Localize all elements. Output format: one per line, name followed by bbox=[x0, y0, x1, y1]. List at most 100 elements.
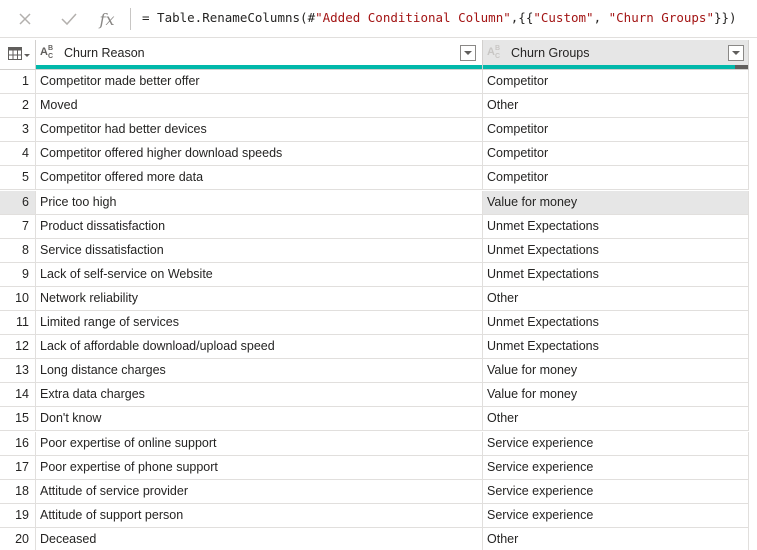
cell-churn-reason[interactable]: Poor expertise of online support bbox=[36, 431, 483, 456]
column-filter-button[interactable] bbox=[728, 45, 744, 61]
commit-edit-button[interactable] bbox=[56, 6, 82, 32]
table-row[interactable]: 5 Competitor offered more data Competitor bbox=[0, 166, 757, 191]
column-header-churn-reason[interactable]: ABC Churn Reason bbox=[36, 40, 483, 70]
cell-churn-reason[interactable]: Competitor had better devices bbox=[36, 118, 483, 143]
row-number[interactable]: 12 bbox=[0, 335, 36, 360]
grid-header: ABC Churn Reason ABC Churn Groups bbox=[0, 40, 757, 70]
cell-churn-group[interactable]: Unmet Expectations bbox=[483, 238, 749, 263]
cell-churn-reason[interactable]: Lack of affordable download/upload speed bbox=[36, 335, 483, 360]
cell-churn-group[interactable]: Unmet Expectations bbox=[483, 335, 749, 360]
cell-churn-group[interactable]: Service experience bbox=[483, 479, 749, 504]
row-number[interactable]: 19 bbox=[0, 503, 36, 528]
table-row[interactable]: 12 Lack of affordable download/upload spe… bbox=[0, 335, 757, 360]
cell-churn-reason[interactable]: Service dissatisfaction bbox=[36, 238, 483, 263]
cell-churn-reason[interactable]: Extra data charges bbox=[36, 383, 483, 408]
cell-churn-reason[interactable]: Limited range of services bbox=[36, 311, 483, 335]
column-quality-bar bbox=[36, 65, 482, 69]
table-row[interactable]: 8 Service dissatisfaction Unmet Expectatio… bbox=[0, 238, 757, 263]
cell-churn-group[interactable]: Other bbox=[483, 527, 749, 550]
insert-function-button[interactable]: fx bbox=[94, 6, 120, 32]
row-number[interactable]: 5 bbox=[0, 166, 36, 191]
row-number[interactable]: 1 bbox=[0, 70, 36, 94]
cell-churn-reason[interactable]: Price too high bbox=[36, 190, 483, 215]
table-row[interactable]: 11 Limited range of services Unmet Expecta… bbox=[0, 311, 757, 335]
column-header-label: Churn Groups bbox=[511, 46, 590, 60]
row-number[interactable]: 10 bbox=[0, 286, 36, 311]
cell-churn-group[interactable]: Unmet Expectations bbox=[483, 311, 749, 335]
table-row[interactable]: 14 Extra data charges Value for money bbox=[0, 383, 757, 408]
table-row[interactable]: 7 Product dissatisfaction Unmet Expectatio… bbox=[0, 214, 757, 239]
formula-mid2: , bbox=[593, 10, 609, 25]
column-header-label: Churn Reason bbox=[64, 46, 145, 60]
table-row[interactable]: 1 Competitor made better offer Competitor bbox=[0, 70, 757, 94]
table-row[interactable]: 2 Moved Other bbox=[0, 94, 757, 119]
cell-churn-reason[interactable]: Competitor offered more data bbox=[36, 166, 483, 191]
cell-churn-group[interactable]: Unmet Expectations bbox=[483, 214, 749, 239]
cell-churn-reason[interactable]: Don't know bbox=[36, 407, 483, 432]
cancel-edit-button[interactable] bbox=[12, 6, 38, 32]
cell-churn-group[interactable]: Value for money bbox=[483, 383, 749, 408]
table-row[interactable]: 9 Lack of self-service on Website Unmet Ex… bbox=[0, 262, 757, 287]
cell-churn-group[interactable]: Competitor bbox=[483, 166, 749, 191]
cell-churn-group[interactable]: Competitor bbox=[483, 142, 749, 167]
cell-churn-group[interactable]: Unmet Expectations bbox=[483, 262, 749, 287]
cell-churn-reason[interactable]: Attitude of service provider bbox=[36, 479, 483, 504]
cell-churn-group[interactable]: Service experience bbox=[483, 455, 749, 480]
cell-churn-reason[interactable]: Competitor offered higher download speed… bbox=[36, 142, 483, 167]
row-number[interactable]: 15 bbox=[0, 407, 36, 432]
row-number[interactable]: 16 bbox=[0, 431, 36, 456]
quality-valid-segment bbox=[483, 65, 735, 69]
table-row[interactable]: 4 Competitor offered higher download spee… bbox=[0, 142, 757, 167]
cell-churn-group[interactable]: Other bbox=[483, 286, 749, 311]
cell-churn-group[interactable]: Other bbox=[483, 94, 749, 119]
cell-churn-group[interactable]: Other bbox=[483, 407, 749, 432]
row-number[interactable]: 14 bbox=[0, 383, 36, 408]
row-number[interactable]: 13 bbox=[0, 359, 36, 384]
table-row[interactable]: 20 Deceased Other bbox=[0, 527, 757, 550]
cell-churn-reason[interactable]: Deceased bbox=[36, 527, 483, 550]
column-header-churn-groups[interactable]: ABC Churn Groups bbox=[483, 40, 749, 70]
row-number[interactable]: 6 bbox=[0, 190, 36, 215]
row-number[interactable]: 7 bbox=[0, 214, 36, 239]
table-row[interactable]: 17 Poor expertise of phone support Service… bbox=[0, 455, 757, 480]
table-row[interactable]: 13 Long distance charges Value for money bbox=[0, 359, 757, 384]
formula-input[interactable]: = Table.RenameColumns(#"Added Conditiona… bbox=[142, 10, 737, 25]
cell-churn-group[interactable]: Competitor bbox=[483, 118, 749, 143]
row-number[interactable]: 9 bbox=[0, 262, 36, 287]
cell-churn-reason[interactable]: Competitor made better offer bbox=[36, 70, 483, 94]
cell-churn-reason[interactable]: Lack of self-service on Website bbox=[36, 262, 483, 287]
row-number[interactable]: 17 bbox=[0, 455, 36, 480]
row-number[interactable]: 20 bbox=[0, 527, 36, 550]
cell-churn-reason[interactable]: Moved bbox=[36, 94, 483, 119]
cell-churn-reason[interactable]: Network reliability bbox=[36, 286, 483, 311]
table-row[interactable]: 19 Attitude of support person Service expe… bbox=[0, 503, 757, 528]
row-number[interactable]: 2 bbox=[0, 94, 36, 119]
formula-new-name: "Churn Groups" bbox=[608, 10, 714, 25]
table-menu-button[interactable] bbox=[0, 40, 36, 70]
table-row[interactable]: 16 Poor expertise of online support Servic… bbox=[0, 431, 757, 456]
quality-empty-segment bbox=[734, 65, 748, 69]
column-filter-button[interactable] bbox=[460, 45, 476, 61]
table-row[interactable]: 6 Price too high Value for money bbox=[0, 190, 757, 215]
cell-churn-group[interactable]: Service experience bbox=[483, 503, 749, 528]
table-row[interactable]: 3 Competitor had better devices Competitor bbox=[0, 118, 757, 143]
cell-churn-reason[interactable]: Product dissatisfaction bbox=[36, 214, 483, 239]
row-number[interactable]: 3 bbox=[0, 118, 36, 143]
row-number[interactable]: 18 bbox=[0, 479, 36, 504]
cell-churn-reason[interactable]: Attitude of support person bbox=[36, 503, 483, 528]
table-row[interactable]: 15 Don't know Other bbox=[0, 407, 757, 432]
formula-prefix: = Table.RenameColumns(# bbox=[142, 10, 316, 25]
formula-step-name: "Added Conditional Column" bbox=[315, 10, 511, 25]
cell-churn-group[interactable]: Value for money bbox=[483, 359, 749, 384]
row-number[interactable]: 8 bbox=[0, 238, 36, 263]
formula-suffix: }}) bbox=[713, 10, 737, 25]
table-row[interactable]: 10 Network reliability Other bbox=[0, 286, 757, 311]
row-number[interactable]: 11 bbox=[0, 311, 36, 335]
cell-churn-group[interactable]: Service experience bbox=[483, 431, 749, 456]
cell-churn-group[interactable]: Competitor bbox=[483, 70, 749, 94]
cell-churn-reason[interactable]: Poor expertise of phone support bbox=[36, 455, 483, 480]
row-number[interactable]: 4 bbox=[0, 142, 36, 167]
cell-churn-reason[interactable]: Long distance charges bbox=[36, 359, 483, 384]
cell-churn-group[interactable]: Value for money bbox=[483, 190, 749, 215]
table-row[interactable]: 18 Attitude of service provider Service ex… bbox=[0, 479, 757, 504]
